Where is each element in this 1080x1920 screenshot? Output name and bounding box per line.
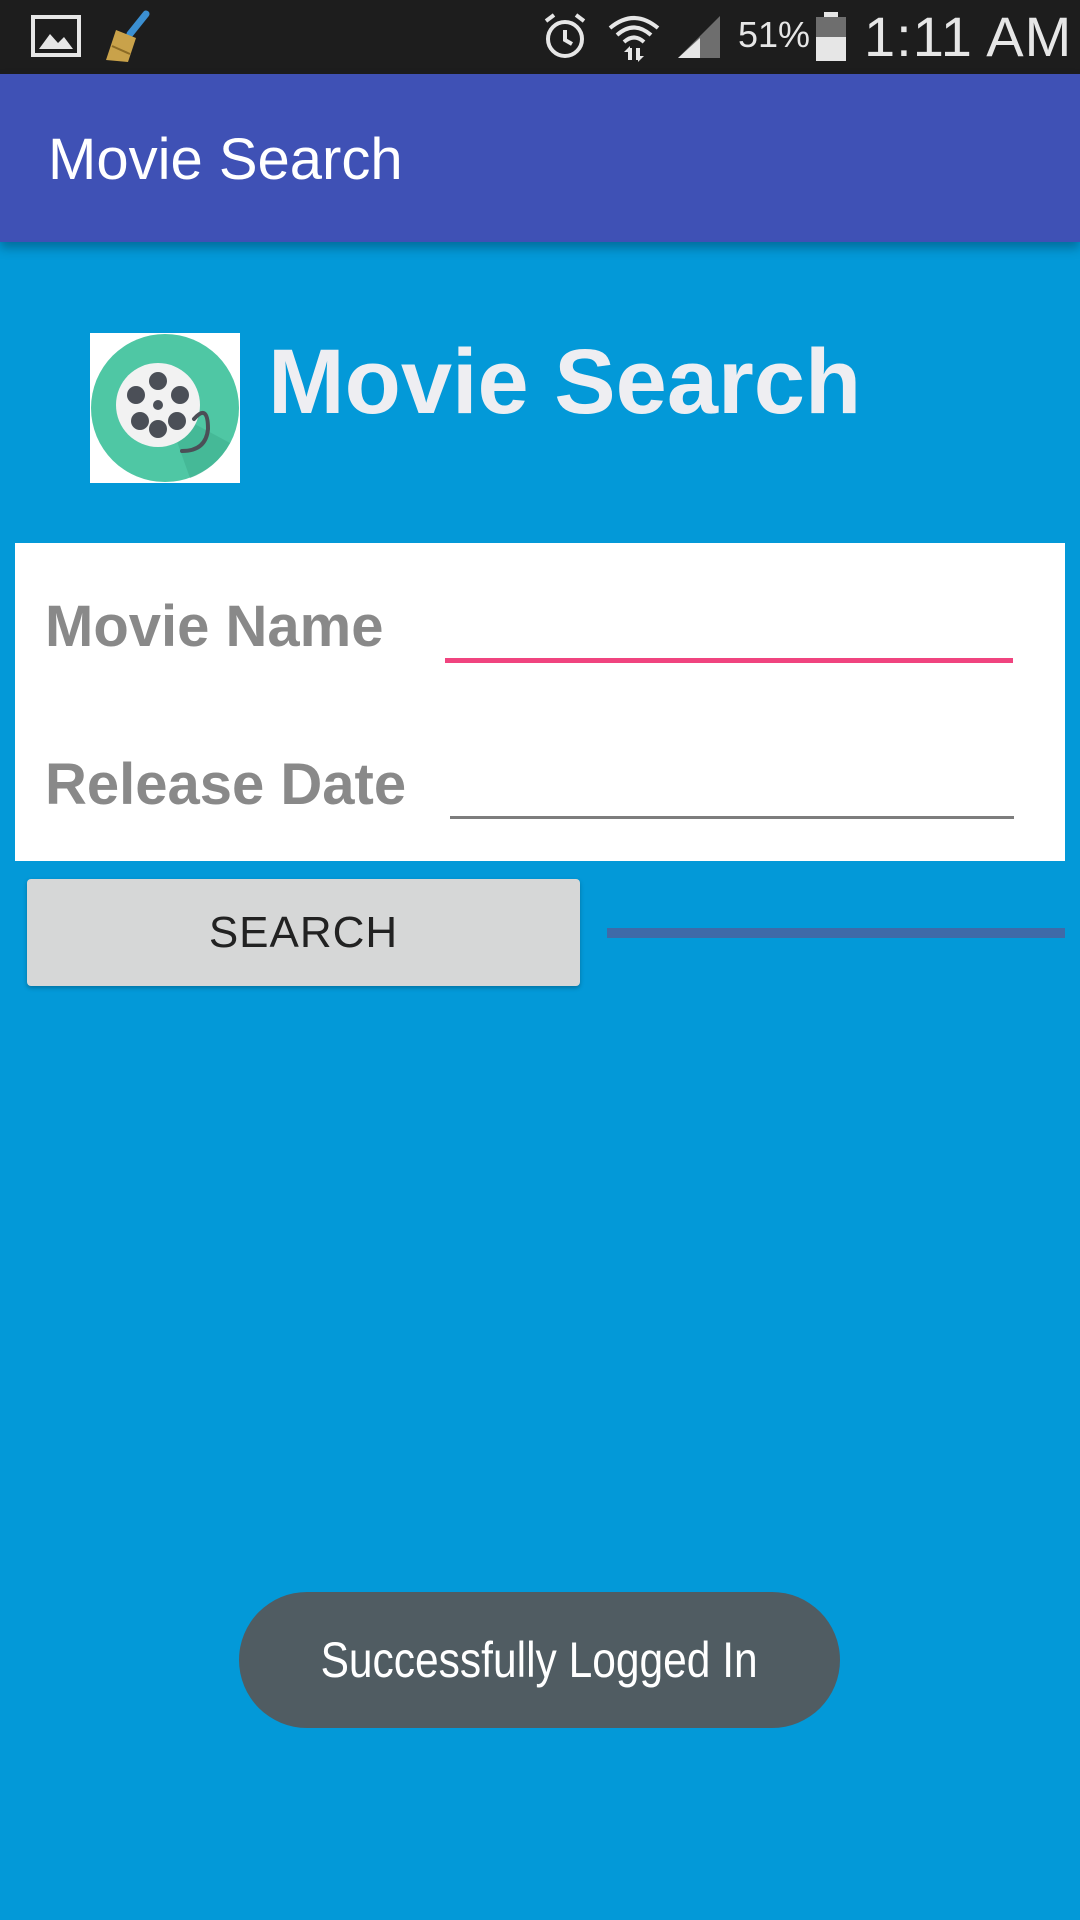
battery-icon xyxy=(814,12,848,67)
toast-message: Successfully Logged In xyxy=(320,1632,759,1688)
status-clock: 1:11 AM xyxy=(864,5,1073,68)
app-bar-title: Movie Search xyxy=(48,127,403,192)
alarm-icon xyxy=(540,12,590,67)
battery-percentage: 51% xyxy=(738,14,811,55)
release-date-input[interactable] xyxy=(450,738,1014,819)
movie-name-label: Movie Name xyxy=(45,594,384,659)
movie-name-input[interactable] xyxy=(445,578,1013,663)
search-button[interactable]: SEARCH xyxy=(27,879,580,986)
film-reel-icon xyxy=(90,333,240,483)
wifi-icon xyxy=(606,10,662,69)
status-bar: 51% 1:11 AM xyxy=(0,0,1080,74)
release-date-label: Release Date xyxy=(45,752,407,817)
gallery-icon xyxy=(30,14,82,63)
header-title: Movie Search xyxy=(268,331,862,433)
progress-bar xyxy=(607,928,1065,938)
app-bar: Movie Search xyxy=(0,74,1080,242)
signal-icon xyxy=(672,14,724,65)
progress-fill xyxy=(607,928,1065,938)
toast: Successfully Logged In xyxy=(239,1592,840,1728)
cleaner-broom-icon xyxy=(102,10,154,69)
